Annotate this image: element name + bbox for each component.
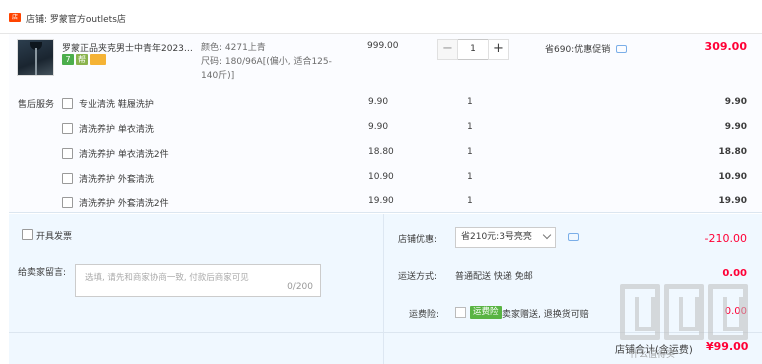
sku-size: 尺码: 180/96A[(偏小, 适合125-140斤)] (201, 57, 332, 81)
invoice-checkbox[interactable] (22, 229, 33, 240)
service-row: 专业清洗 鞋履洗护 (62, 97, 752, 111)
help-icon: 帮 (76, 54, 88, 65)
shipping-fee: 0.00 (722, 268, 747, 279)
section-divider (9, 212, 762, 213)
coupon-select[interactable]: 省210元:3号亮亮 (455, 227, 556, 248)
message-textarea[interactable]: 选填, 请先和商家协商一致, 付款后商家可见 0/200 (75, 264, 321, 297)
service-total: 19.90 (718, 196, 747, 206)
shipping-method: 普通配送 快递 免邮 (455, 272, 533, 282)
coupon-discount: -210.00 (704, 232, 747, 245)
product-badges: 7帮 (62, 54, 108, 66)
promo-text[interactable]: 省690:优惠促销 (545, 42, 610, 55)
message-placeholder: 选填, 请先和商家协商一致, 付款后商家可见 (85, 273, 249, 283)
increase-button[interactable]: + (488, 39, 509, 60)
service-price: 19.90 (368, 196, 394, 206)
service-row: 清洗养护 外套清洗2件 (62, 196, 752, 210)
insurance-text: 卖家赠送, 退换货可赔 (502, 310, 589, 320)
insurance-checkbox[interactable] (455, 307, 466, 318)
service-name: 清洗养护 单衣清洗2件 (79, 150, 169, 160)
quantity-stepper: − 1 + (437, 39, 509, 60)
coupon-selected: 省210元:3号亮亮 (461, 232, 532, 242)
service-qty: 1 (467, 97, 473, 107)
chat-icon[interactable] (568, 233, 579, 241)
watermark-text: 什么值得买 (630, 350, 676, 360)
service-price: 9.90 (368, 97, 389, 107)
coupon-label: 店铺优惠: (398, 235, 438, 245)
invoice-label[interactable]: 开具发票 (36, 229, 72, 242)
service-total: 18.80 (718, 147, 747, 157)
service-qty: 1 (467, 147, 473, 157)
service-total: 9.90 (724, 122, 747, 132)
chevron-down-icon (542, 230, 552, 240)
service-qty: 1 (467, 172, 473, 182)
service-row: 清洗养护 单衣清洗2件 (62, 147, 752, 161)
store-icon: 店 (9, 13, 21, 22)
unit-price: 999.00 (367, 41, 399, 51)
watermark-logo (620, 284, 748, 344)
insurance-label: 运费险: (409, 310, 440, 320)
service-name: 清洗养护 外套清洗 (79, 175, 154, 185)
service-checkbox[interactable] (62, 123, 73, 134)
service-qty: 1 (467, 122, 473, 132)
shipping-label: 运送方式: (398, 272, 438, 282)
quantity-input[interactable]: 1 (458, 39, 488, 60)
chat-icon[interactable] (616, 45, 627, 53)
service-name: 专业清洗 鞋履洗护 (79, 100, 154, 110)
services-label: 售后服务 (18, 100, 55, 110)
sku-color: 颜色: 4271上青 (201, 43, 266, 53)
insurance-badge: 运费险 (470, 306, 502, 319)
store-name-link[interactable]: 店铺: 罗蒙官方outlets店 (26, 12, 126, 25)
service-qty: 1 (467, 196, 473, 206)
message-counter: 0/200 (287, 282, 313, 292)
service-checkbox[interactable] (62, 173, 73, 184)
service-total: 10.90 (718, 172, 747, 182)
service-name: 清洗养护 单衣清洗 (79, 125, 154, 135)
service-checkbox[interactable] (62, 197, 73, 208)
product-title-link[interactable]: 罗蒙正品夹克男士中青年2023… (62, 41, 197, 54)
card-icon (90, 54, 106, 65)
service-row: 清洗养护 外套清洗 (62, 172, 752, 186)
item-subtotal: 309.00 (704, 40, 747, 53)
service-row: 清洗养护 单衣清洗 (62, 122, 752, 136)
seven-day-return-icon: 7 (62, 54, 74, 65)
service-name: 清洗养护 外套清洗2件 (79, 199, 169, 209)
service-price: 18.80 (368, 147, 394, 157)
decrease-button[interactable]: − (437, 39, 458, 60)
service-total: 9.90 (724, 97, 747, 107)
product-sku: 颜色: 4271上青 尺码: 180/96A[(偏小, 适合125-140斤)] (201, 41, 336, 83)
product-thumbnail[interactable] (17, 39, 54, 76)
message-label: 给卖家留言: (18, 268, 67, 278)
service-price: 10.90 (368, 172, 394, 182)
service-price: 9.90 (368, 122, 389, 132)
service-checkbox[interactable] (62, 98, 73, 109)
service-checkbox[interactable] (62, 148, 73, 159)
